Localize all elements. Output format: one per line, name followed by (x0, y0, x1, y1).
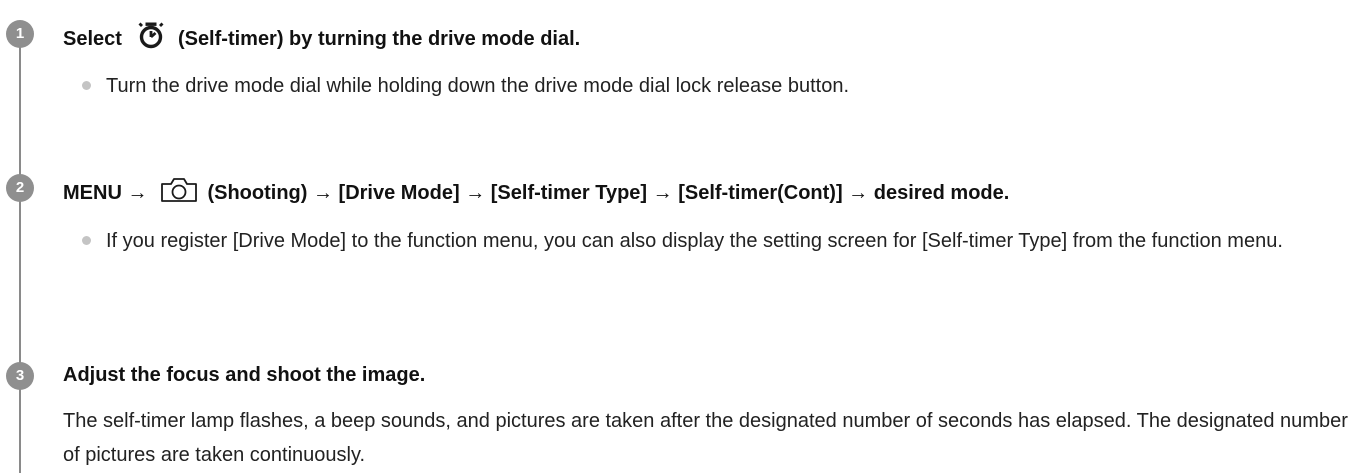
self-timer-icon (134, 20, 168, 57)
step-1-heading: Select (Self-timer) by turning the drive… (63, 20, 580, 57)
step-2-bullet-text: If you register [Drive Mode] to the func… (106, 230, 1283, 252)
step-1-bullet-text: Turn the drive mode dial while holding d… (106, 75, 850, 97)
step-3-number-badge: 3 (6, 362, 34, 390)
step-2-heading-suffix: (Shooting) → [Drive Mode] → [Self-timer … (207, 181, 1010, 204)
bullet-dot (82, 81, 91, 90)
step-3-paragraph: The self-timer lamp flashes, a beep soun… (63, 410, 1348, 466)
step-1-bullet: Turn the drive mode dial while holding d… (82, 69, 1342, 103)
step-2-number-badge: 2 (6, 174, 34, 202)
step-2-heading-prefix: MENU → (63, 181, 148, 204)
camera-shooting-icon (159, 174, 199, 211)
step-1-number-badge: 1 (6, 20, 34, 48)
bullet-dot (82, 236, 91, 245)
step-2-heading: MENU → (Shooting) → [Drive Mode] → [Self… (63, 174, 1009, 211)
step-2-bullet: If you register [Drive Mode] to the func… (82, 224, 1352, 258)
step-1-heading-prefix: Select (63, 27, 122, 50)
steps-timeline-line (19, 36, 21, 473)
step-3-heading: Adjust the focus and shoot the image. (63, 364, 426, 386)
step-1-heading-suffix: (Self-timer) by turning the drive mode d… (177, 27, 581, 50)
